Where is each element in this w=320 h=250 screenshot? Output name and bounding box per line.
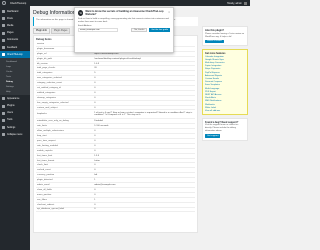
posts-icon bbox=[2, 17, 5, 21]
admin-sidebar: Dashboard Posts Media Pages Comments Fee… bbox=[0, 6, 30, 250]
dashboard-icon bbox=[2, 10, 5, 14]
menu-appearance[interactable]: Appearance bbox=[0, 95, 30, 102]
pages-icon bbox=[2, 31, 5, 35]
newsletter-popup: W Want to know the secrets of building a… bbox=[74, 7, 174, 53]
menu-label: Dashboard bbox=[7, 10, 19, 13]
menu-label: Media bbox=[7, 24, 14, 27]
addons-widget: Get more features Calendar Integration Go… bbox=[202, 48, 248, 115]
menu-label: Tools bbox=[7, 119, 13, 122]
settings-icon bbox=[2, 126, 5, 130]
leave-review-button[interactable]: Leave a review bbox=[205, 39, 224, 44]
row-value: 1 of test is 4 and ? Step or from a visi… bbox=[93, 109, 195, 120]
menu-collapse[interactable]: Collapse menu bbox=[0, 131, 30, 138]
email-field[interactable] bbox=[78, 28, 118, 33]
submenu-help[interactable]: Help bbox=[0, 89, 30, 94]
menu-label: Appearance bbox=[7, 97, 20, 100]
menu-comments[interactable]: Comments bbox=[0, 37, 30, 44]
support-widget: Found a bug? Need support? Visit the sup… bbox=[202, 117, 248, 141]
close-icon[interactable]: × bbox=[168, 10, 170, 14]
dismiss-button[interactable]: No, thanks bbox=[131, 28, 148, 33]
collapse-icon bbox=[2, 133, 5, 137]
admin-bar: CheckTheLoop Howdy, admin bbox=[0, 0, 250, 6]
menu-label: Settings bbox=[7, 126, 16, 129]
tools-icon bbox=[2, 118, 5, 122]
menu-media[interactable]: Media bbox=[0, 22, 30, 29]
menu-label: Posts bbox=[7, 17, 13, 20]
popup-title: Want to know the secrets of building an … bbox=[85, 10, 164, 16]
menu-label: CheckTheLoop bbox=[7, 53, 23, 56]
menu-tools[interactable]: Tools bbox=[0, 117, 30, 124]
menu-checktheloop[interactable]: CheckTheLoop bbox=[0, 51, 30, 59]
users-icon bbox=[2, 111, 5, 115]
plugin-logo-icon: W bbox=[78, 10, 84, 16]
wordpress-logo-icon[interactable] bbox=[2, 1, 6, 5]
menu-settings[interactable]: Settings bbox=[0, 124, 30, 131]
menu-label: Pages bbox=[7, 32, 14, 35]
menu-plugins[interactable]: Plugins bbox=[0, 103, 30, 110]
like-text: Please consider leaving a 5-star review … bbox=[205, 32, 245, 38]
view-all-addons-link[interactable]: View all add-ons bbox=[205, 109, 245, 112]
howdy-label: Howdy, admin bbox=[227, 1, 242, 5]
support-text: Visit the support forum or contact us di… bbox=[205, 124, 239, 133]
feedback-icon bbox=[2, 46, 5, 50]
plugins-icon bbox=[2, 104, 5, 108]
sidebar-widgets: Like this plugin? Please consider leavin… bbox=[202, 26, 248, 144]
menu-label: Plugins bbox=[7, 105, 15, 108]
submit-button[interactable]: Get the free guide bbox=[149, 28, 170, 33]
menu-label: Users bbox=[7, 112, 13, 115]
menu-label: Feedback bbox=[7, 46, 18, 49]
appearance-icon bbox=[2, 97, 5, 101]
plugin-icon bbox=[2, 53, 5, 57]
row-key: api_database_synced_label bbox=[36, 207, 94, 213]
menu-pages[interactable]: Pages bbox=[0, 30, 30, 37]
row-value: 0 bbox=[93, 207, 195, 213]
debug-table: version1.0.4plugin_basenamechecktheloopp… bbox=[36, 41, 195, 213]
plugin-submenu: Dashboard Loop Cache Tests Debug Setting… bbox=[0, 58, 30, 96]
email-label: Email Address: bbox=[78, 25, 92, 28]
table-row: loopbacks 1 of test is 4 and ? Step or fr… bbox=[36, 109, 195, 120]
tab-plugin-info[interactable]: Plugin Info bbox=[33, 28, 50, 34]
avatar bbox=[244, 1, 247, 5]
row-key: loopbacks bbox=[36, 109, 94, 120]
media-icon bbox=[2, 24, 5, 28]
menu-posts[interactable]: Posts bbox=[0, 15, 30, 22]
debug-box: Debug Items version1.0.4plugin_basenamec… bbox=[33, 35, 198, 233]
menu-label: Collapse menu bbox=[7, 133, 23, 136]
menu-label: Comments bbox=[7, 39, 19, 42]
site-name-link[interactable]: CheckTheLoop bbox=[10, 2, 26, 5]
table-row: api_database_synced_label 0 bbox=[36, 207, 195, 213]
menu-users[interactable]: Users bbox=[0, 110, 30, 117]
tab-plugin-pages[interactable]: Plugin Pages bbox=[50, 28, 71, 34]
menu-feedback[interactable]: Feedback bbox=[0, 44, 30, 51]
menu-dashboard[interactable]: Dashboard bbox=[0, 8, 30, 15]
like-widget: Like this plugin? Please consider leavin… bbox=[202, 26, 248, 46]
account-menu[interactable]: Howdy, admin bbox=[227, 1, 247, 5]
comments-icon bbox=[2, 38, 5, 42]
popup-description: Find out how to build a compelling, mone… bbox=[78, 18, 169, 23]
get-support-button[interactable]: Get support bbox=[205, 134, 221, 139]
